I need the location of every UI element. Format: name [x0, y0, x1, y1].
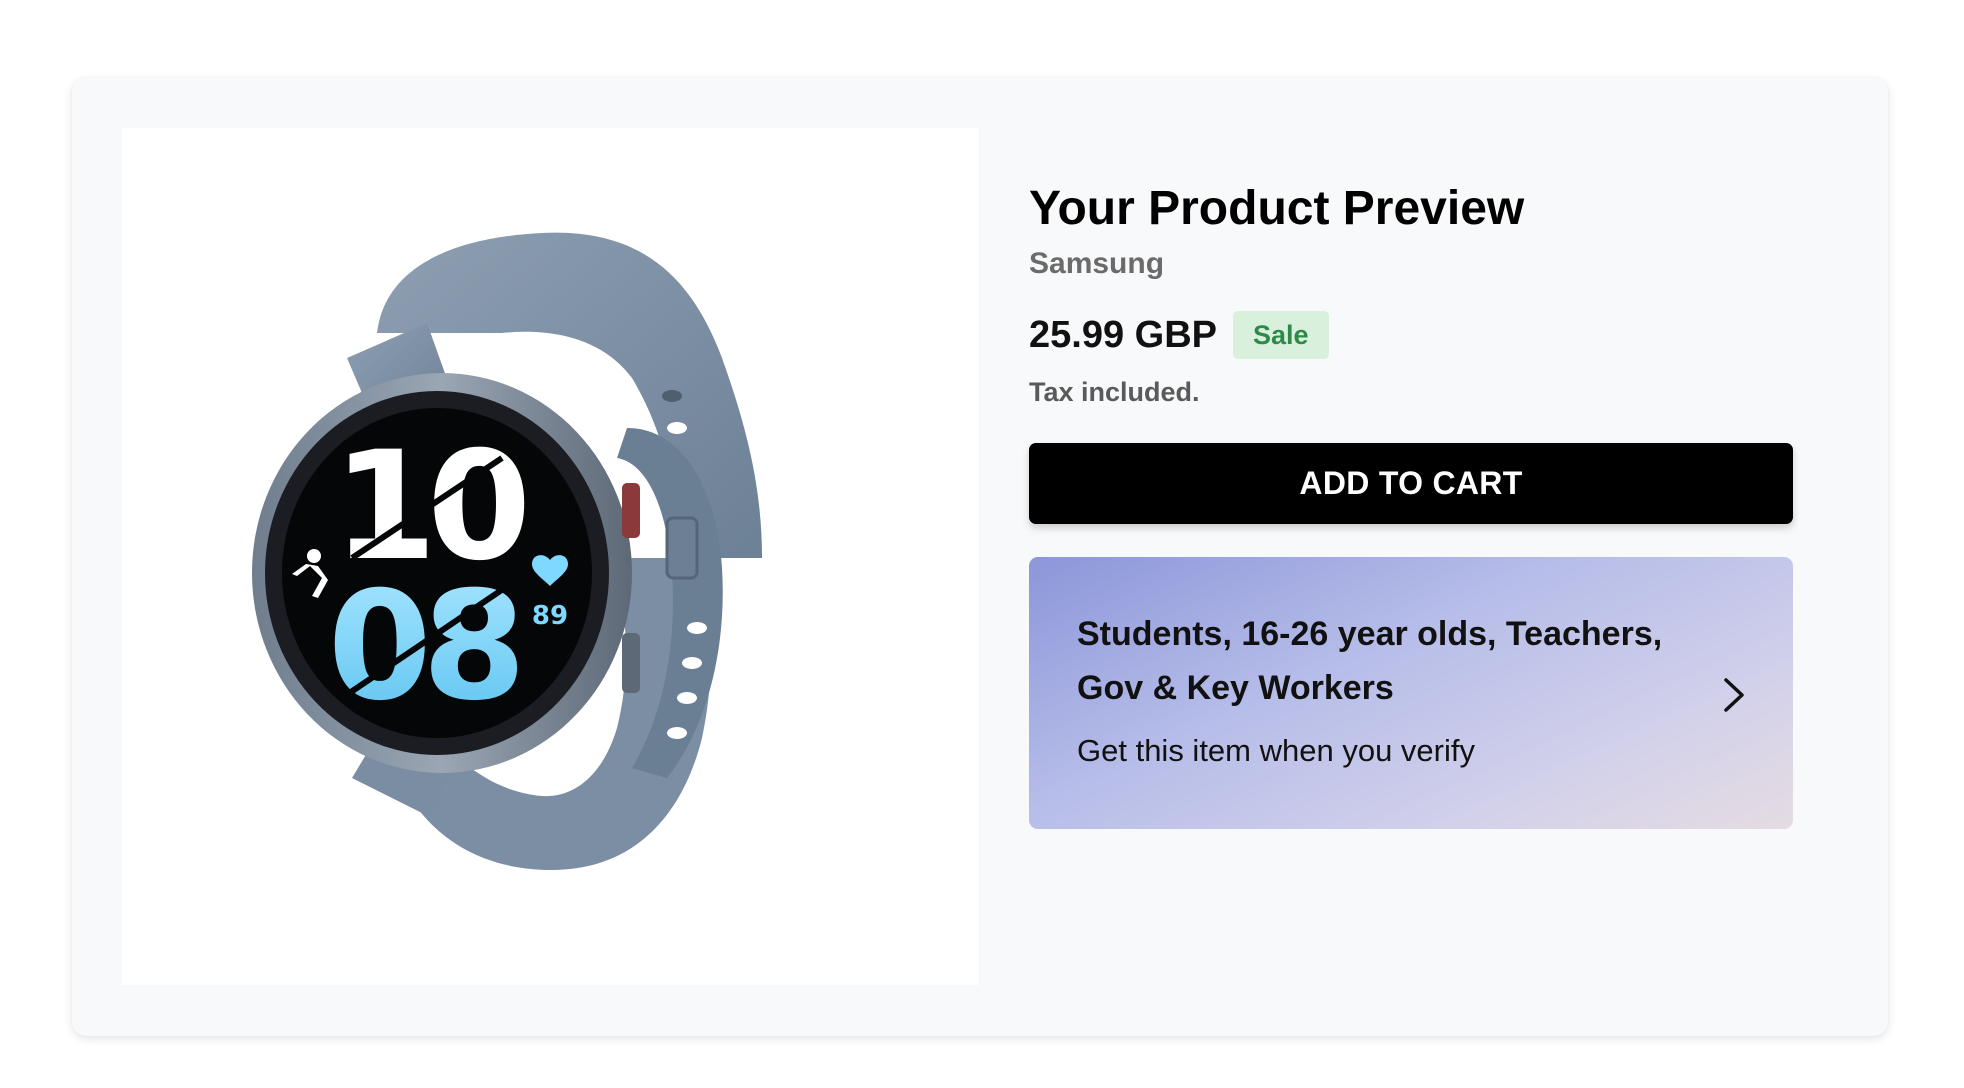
watch-minute: 08	[328, 560, 518, 734]
product-price: 25.99 GBP	[1029, 314, 1217, 356]
verify-subtitle: Get this item when you verify	[1077, 733, 1475, 768]
heart-rate-value: 89	[532, 601, 568, 631]
add-to-cart-button[interactable]: ADD TO CART	[1029, 443, 1793, 524]
product-preview-card: 10 08 89 Your Product Preview Samsung 25…	[72, 78, 1888, 1036]
verify-title: Students, 16-26 year olds, Teachers, Gov…	[1077, 615, 1663, 707]
verify-discount-card[interactable]: Students, 16-26 year olds, Teachers, Gov…	[1029, 557, 1793, 829]
sale-badge: Sale	[1233, 311, 1329, 359]
chevron-right-icon	[1724, 678, 1744, 712]
product-vendor: Samsung	[1029, 247, 1165, 280]
smartwatch-product-image: 10 08 89	[252, 232, 762, 870]
tax-note: Tax included.	[1029, 377, 1200, 407]
product-title: Your Product Preview	[1029, 182, 1525, 235]
price-row: 25.99 GBP Sale	[1029, 311, 1329, 359]
product-image-panel: 10 08 89	[122, 128, 979, 985]
